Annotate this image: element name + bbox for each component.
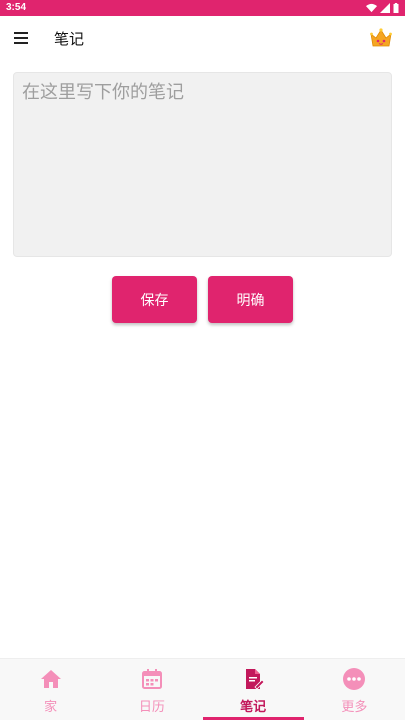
more-icon — [343, 668, 366, 690]
nav-label-more: 更多 — [341, 700, 368, 715]
calendar-icon — [141, 669, 162, 689]
menu-icon-line — [14, 32, 28, 34]
battery-icon — [393, 3, 399, 13]
status-bar: 3:54 — [0, 0, 405, 16]
status-time: 3:54 — [6, 2, 27, 13]
note-input[interactable] — [13, 72, 392, 257]
nav-label-home: 家 — [44, 700, 58, 715]
nav-item-home[interactable]: 家 — [0, 659, 101, 720]
app-bar: 笔记 — [0, 16, 405, 60]
crown-icon[interactable] — [369, 26, 393, 50]
wifi-icon — [366, 3, 377, 13]
nav-item-notes[interactable]: 笔记 — [202, 659, 304, 720]
save-button[interactable]: 保存 — [112, 276, 197, 323]
menu-icon-line — [14, 42, 28, 44]
nav-item-more[interactable]: 更多 — [304, 659, 405, 720]
clear-button[interactable]: 明确 — [208, 276, 293, 323]
home-icon — [40, 670, 61, 688]
signal-icon — [380, 3, 390, 13]
menu-icon-line — [14, 37, 28, 39]
nav-label-calendar: 日历 — [138, 700, 165, 715]
note-icon — [246, 669, 265, 690]
page-title: 笔记 — [54, 30, 85, 48]
bottom-nav: 家 日历 笔记 更多 — [0, 658, 405, 720]
menu-button[interactable] — [14, 29, 34, 47]
nav-item-calendar[interactable]: 日历 — [101, 659, 202, 720]
nav-label-notes: 笔记 — [240, 700, 267, 715]
status-icons — [366, 3, 399, 13]
